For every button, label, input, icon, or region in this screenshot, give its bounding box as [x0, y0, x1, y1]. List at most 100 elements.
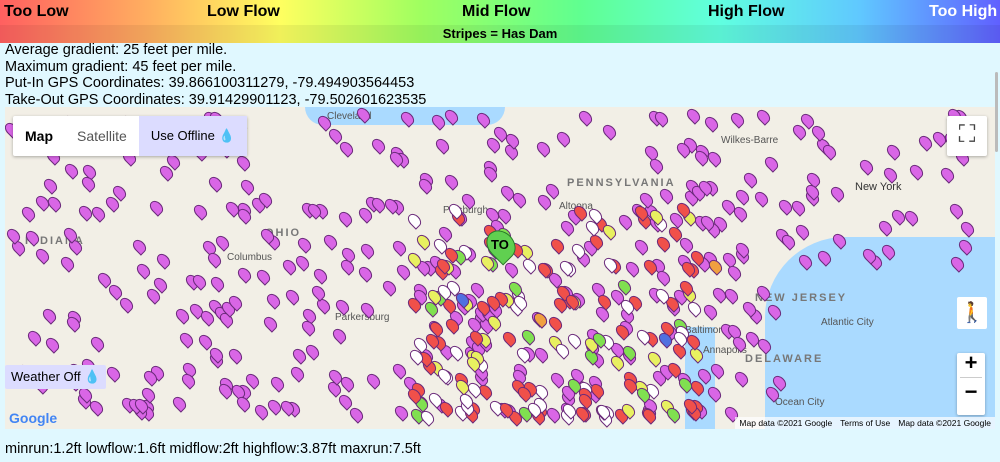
river-marker[interactable]: [33, 246, 53, 265]
river-marker[interactable]: [130, 237, 149, 257]
river-marker[interactable]: [235, 265, 254, 284]
river-marker[interactable]: [653, 234, 673, 253]
river-marker[interactable]: [117, 295, 136, 314]
river-marker[interactable]: [76, 203, 95, 222]
river-marker[interactable]: [500, 329, 519, 348]
river-marker[interactable]: [133, 261, 153, 281]
river-marker[interactable]: [534, 139, 553, 159]
river-marker[interactable]: [103, 364, 123, 384]
river-marker[interactable]: [433, 136, 452, 155]
river-marker[interactable]: [61, 160, 81, 180]
river-marker[interactable]: [856, 157, 876, 176]
river-marker[interactable]: [958, 219, 977, 239]
river-marker[interactable]: [268, 373, 287, 393]
river-marker[interactable]: [761, 154, 781, 174]
river-marker[interactable]: [337, 139, 356, 158]
river-marker[interactable]: [732, 369, 752, 389]
river-marker[interactable]: [554, 129, 574, 149]
zoom-in-button[interactable]: +: [957, 352, 985, 374]
river-marker[interactable]: [437, 399, 456, 419]
river-marker[interactable]: [751, 189, 771, 208]
river-marker[interactable]: [369, 136, 389, 155]
river-marker[interactable]: [565, 331, 584, 350]
river-marker[interactable]: [206, 174, 226, 193]
street-view-pegman-icon[interactable]: 🚶: [957, 297, 987, 329]
river-marker[interactable]: [41, 176, 60, 196]
river-marker[interactable]: [728, 110, 747, 129]
river-marker[interactable]: [261, 314, 281, 333]
river-marker[interactable]: [170, 394, 190, 413]
weather-toggle-button[interactable]: Weather Off 💧: [5, 365, 107, 389]
river-marker[interactable]: [447, 343, 466, 363]
river-marker[interactable]: [600, 122, 619, 141]
river-marker[interactable]: [907, 162, 926, 181]
river-marker[interactable]: [347, 404, 366, 424]
river-marker[interactable]: [828, 184, 848, 203]
river-marker[interactable]: [321, 231, 340, 251]
river-marker[interactable]: [208, 274, 228, 293]
river-marker[interactable]: [40, 305, 59, 325]
river-marker[interactable]: [732, 187, 752, 206]
map-button[interactable]: Map: [13, 116, 65, 156]
river-marker[interactable]: [548, 236, 567, 256]
river-marker[interactable]: [731, 204, 750, 224]
river-marker[interactable]: [191, 202, 210, 221]
river-marker[interactable]: [299, 318, 318, 337]
river-marker[interactable]: [394, 262, 413, 281]
river-marker[interactable]: [283, 287, 303, 306]
zoom-out-button[interactable]: −: [957, 381, 985, 403]
river-marker[interactable]: [754, 107, 773, 126]
river-marker[interactable]: [685, 299, 705, 319]
river-marker[interactable]: [722, 286, 741, 305]
river-marker[interactable]: [889, 207, 909, 226]
river-marker[interactable]: [330, 326, 349, 346]
river-marker[interactable]: [520, 256, 539, 275]
terms-of-use-link[interactable]: Terms of Use: [836, 417, 895, 429]
river-marker[interactable]: [19, 204, 38, 223]
river-marker[interactable]: [405, 211, 424, 230]
river-marker[interactable]: [392, 403, 411, 422]
river-marker[interactable]: [776, 197, 795, 216]
river-marker[interactable]: [702, 113, 722, 133]
river-marker[interactable]: [295, 235, 314, 254]
river-marker[interactable]: [254, 266, 273, 286]
river-marker[interactable]: [153, 251, 173, 271]
river-marker[interactable]: [684, 107, 703, 125]
river-marker[interactable]: [264, 291, 283, 310]
scrollbar[interactable]: [995, 72, 998, 152]
river-marker[interactable]: [146, 198, 166, 217]
river-marker[interactable]: [390, 238, 410, 257]
river-marker[interactable]: [938, 165, 958, 184]
river-marker[interactable]: [546, 314, 566, 333]
river-marker[interactable]: [25, 328, 44, 347]
satellite-button[interactable]: Satellite: [65, 116, 139, 156]
google-map[interactable]: Cleveland Pittsburgh Columbus Altoona Wi…: [5, 107, 995, 429]
river-marker[interactable]: [238, 177, 257, 196]
use-offline-button[interactable]: Use Offline 💧: [138, 116, 247, 156]
river-marker[interactable]: [288, 364, 307, 383]
river-marker[interactable]: [600, 222, 620, 241]
river-marker[interactable]: [615, 211, 635, 231]
river-marker[interactable]: [947, 201, 967, 220]
river-marker[interactable]: [792, 222, 812, 241]
river-marker[interactable]: [380, 278, 399, 297]
river-marker[interactable]: [79, 174, 98, 193]
river-marker[interactable]: [363, 371, 383, 390]
river-marker[interactable]: [413, 232, 433, 252]
river-marker[interactable]: [356, 264, 375, 283]
river-marker[interactable]: [875, 218, 895, 237]
river-marker[interactable]: [883, 142, 903, 161]
river-marker[interactable]: [701, 302, 721, 321]
river-marker[interactable]: [88, 333, 107, 353]
river-marker[interactable]: [576, 108, 595, 127]
river-marker[interactable]: [632, 236, 651, 256]
river-marker[interactable]: [311, 266, 330, 285]
river-marker[interactable]: [741, 170, 760, 189]
river-marker[interactable]: [358, 241, 377, 260]
river-marker[interactable]: [623, 259, 643, 278]
river-marker[interactable]: [87, 398, 106, 417]
fullscreen-icon[interactable]: ⛶: [947, 116, 987, 156]
river-marker[interactable]: [645, 348, 664, 368]
river-marker[interactable]: [58, 254, 77, 274]
river-marker[interactable]: [336, 209, 355, 229]
